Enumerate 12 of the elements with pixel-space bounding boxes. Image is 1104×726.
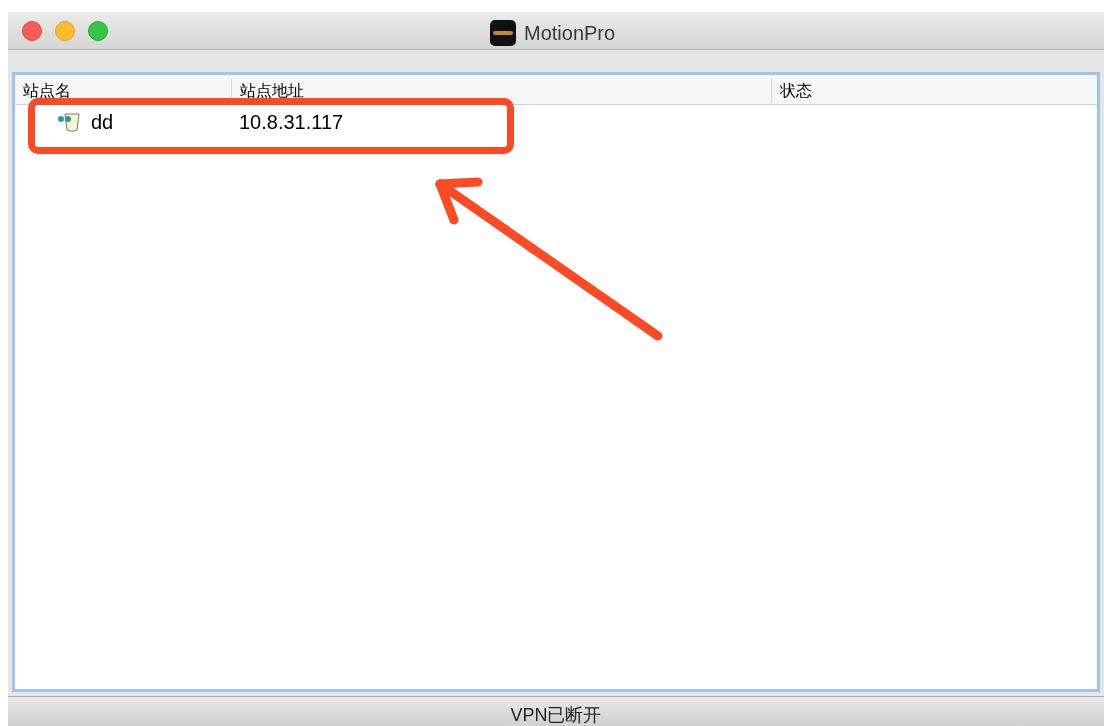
app-icon [490,20,516,46]
table-cell-text: dd [91,110,114,135]
close-button[interactable] [22,20,42,41]
window-title: MotionPro [524,21,616,46]
column-header[interactable]: 状态 [771,79,1097,103]
status-text: VPN已断开 [510,704,602,726]
zoom-button[interactable] [88,20,108,41]
minimize-button[interactable] [55,20,75,41]
site-icon [55,110,83,134]
column-header[interactable]: 站点名 [15,79,231,103]
column-header[interactable]: 站点地址 [231,79,771,103]
table-cell-text: 10.8.31.117 [238,110,345,135]
